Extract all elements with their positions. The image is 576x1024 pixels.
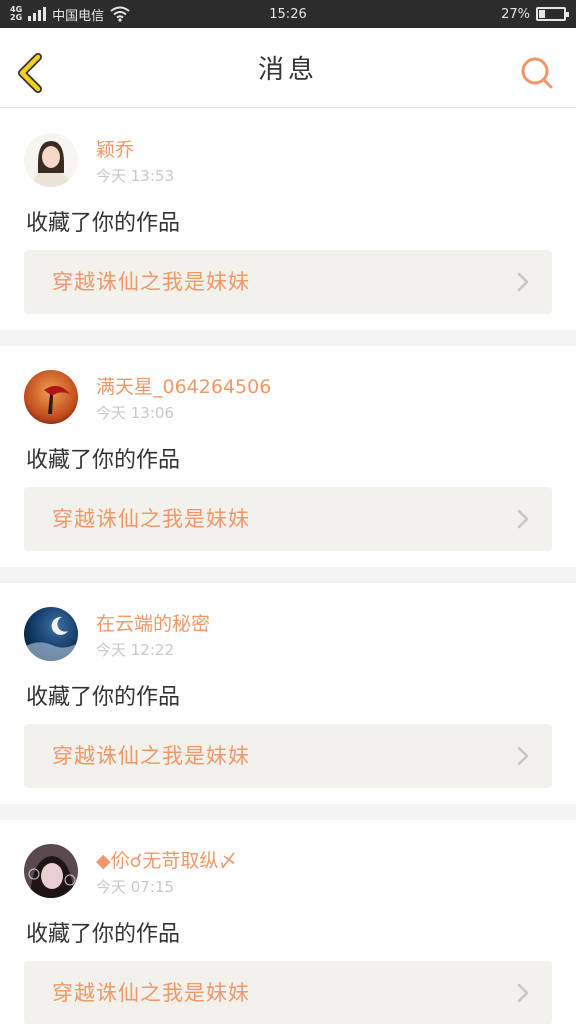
message-list: 颖乔 今天 13:53 收藏了你的作品 穿越诛仙之我是妹妹 满天星_064264…	[0, 109, 576, 1024]
user-name[interactable]: 颖乔	[96, 135, 134, 162]
signal-bars-icon	[28, 7, 47, 21]
avatar[interactable]	[24, 844, 78, 898]
list-divider	[0, 330, 576, 346]
battery-icon	[536, 7, 569, 21]
work-title: 穿越诛仙之我是妹妹	[52, 270, 250, 294]
list-divider	[0, 804, 576, 820]
message-time: 今天 07:15	[96, 878, 174, 896]
search-icon	[521, 57, 553, 89]
avatar[interactable]	[24, 133, 78, 187]
avatar[interactable]	[24, 607, 78, 661]
list-divider	[0, 567, 576, 583]
status-bar: 4G 2G 中国电信 15:26 27%	[0, 0, 576, 28]
network-type-bottom: 2G	[10, 13, 23, 22]
work-title: 穿越诛仙之我是妹妹	[52, 744, 250, 768]
avatar[interactable]	[24, 370, 78, 424]
wifi-icon	[110, 6, 130, 22]
message-time: 今天 12:22	[96, 641, 174, 659]
work-link[interactable]: 穿越诛仙之我是妹妹	[24, 961, 552, 1024]
message-item: ◆伱☌无苛取纵〆 今天 07:15 收藏了你的作品 穿越诛仙之我是妹妹	[0, 820, 576, 1024]
user-name[interactable]: 在云端的秘密	[96, 609, 210, 636]
message-item: 满天星_064264506 今天 13:06 收藏了你的作品 穿越诛仙之我是妹妹	[0, 346, 576, 567]
battery-level	[539, 10, 545, 18]
chevron-right-icon	[517, 983, 529, 1003]
chevron-right-icon	[517, 509, 529, 529]
work-link[interactable]: 穿越诛仙之我是妹妹	[24, 250, 552, 314]
work-link[interactable]: 穿越诛仙之我是妹妹	[24, 724, 552, 788]
message-item: 在云端的秘密 今天 12:22 收藏了你的作品 穿越诛仙之我是妹妹	[0, 583, 576, 804]
status-right: 27%	[501, 6, 569, 22]
app-header: 消息	[0, 28, 576, 108]
work-title: 穿越诛仙之我是妹妹	[52, 507, 250, 531]
message-action-text: 收藏了你的作品	[26, 685, 181, 710]
message-action-text: 收藏了你的作品	[26, 922, 181, 947]
work-link[interactable]: 穿越诛仙之我是妹妹	[24, 487, 552, 551]
message-action-text: 收藏了你的作品	[26, 448, 181, 473]
message-time: 今天 13:06	[96, 404, 174, 422]
message-item: 颖乔 今天 13:53 收藏了你的作品 穿越诛仙之我是妹妹	[0, 109, 576, 330]
message-action-text: 收藏了你的作品	[26, 211, 181, 236]
page-title: 消息	[257, 55, 318, 85]
user-name[interactable]: 满天星_064264506	[96, 372, 271, 399]
message-time: 今天 13:53	[96, 167, 174, 185]
chevron-right-icon	[517, 272, 529, 292]
status-left: 4G 2G 中国电信	[10, 5, 130, 24]
user-name[interactable]: ◆伱☌无苛取纵〆	[96, 846, 237, 873]
carrier-name: 中国电信	[52, 8, 105, 24]
work-title: 穿越诛仙之我是妹妹	[52, 981, 250, 1005]
battery-percent: 27%	[501, 6, 530, 22]
search-button[interactable]	[520, 56, 554, 90]
network-type: 4G 2G	[10, 6, 22, 22]
chevron-right-icon	[517, 746, 529, 766]
